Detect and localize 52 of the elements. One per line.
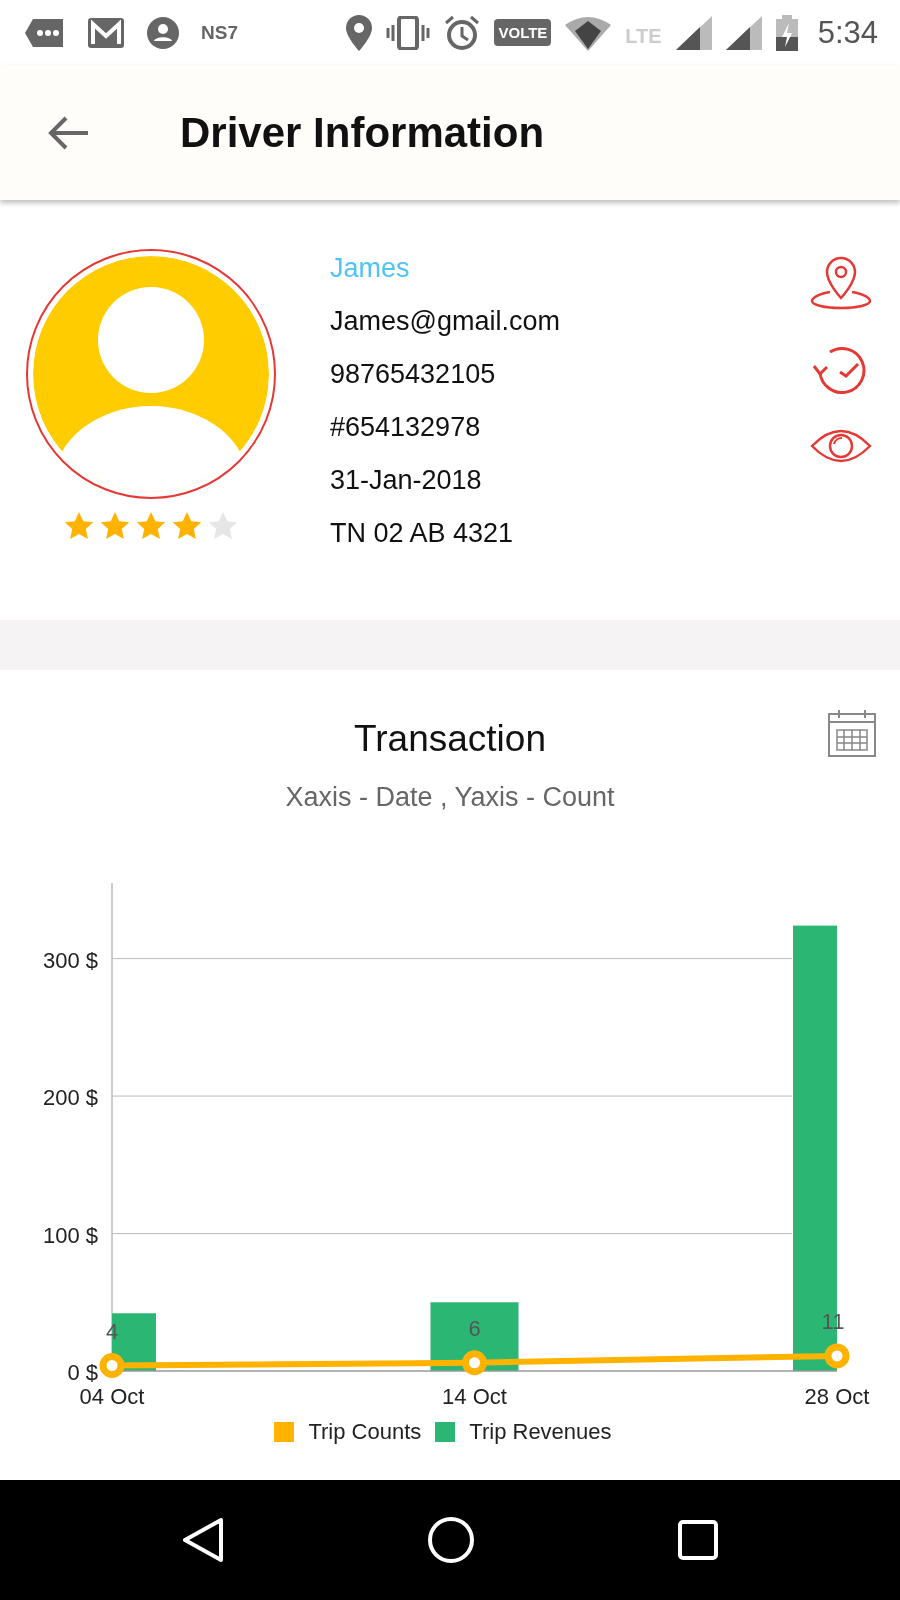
circle-home-icon <box>427 1516 475 1564</box>
avatar-icon <box>25 248 277 500</box>
star-icon <box>208 512 238 540</box>
carrier-label: NS7 <box>201 21 238 44</box>
data-label: 6 <box>468 1315 481 1341</box>
signal-icon <box>725 15 762 50</box>
data-point <box>462 1350 487 1376</box>
star-icon <box>100 512 130 540</box>
y-tick-label: 0 $ <box>67 1360 98 1385</box>
calendar-button[interactable] <box>827 708 877 758</box>
legend-label: Trip Counts <box>308 1419 422 1445</box>
x-tick-label: 04 Oct <box>79 1384 145 1409</box>
mail-icon <box>87 16 125 49</box>
alarm-icon <box>444 14 481 51</box>
data-label: 4 <box>105 1318 119 1344</box>
volte-badge: VOLTE <box>494 19 552 46</box>
y-tick-label: 300 $ <box>42 947 98 973</box>
chart-title: Transaction <box>354 718 546 760</box>
driver-detail: James@gmail.com <box>330 306 561 336</box>
x-tick-label: 14 Oct <box>442 1384 507 1409</box>
page-title: Driver Information <box>180 108 545 157</box>
driver-name: James <box>330 253 411 283</box>
square-recents-icon <box>677 1519 719 1561</box>
message-icon <box>25 16 65 49</box>
legend-swatch <box>274 1422 295 1442</box>
driver-detail: TN 02 AB 4321 <box>330 518 515 548</box>
vibrate-icon <box>386 15 431 50</box>
data-point <box>824 1343 850 1369</box>
location-icon <box>346 14 373 51</box>
battery-icon <box>775 14 798 51</box>
back-arrow-icon <box>48 114 90 151</box>
triangle-back-icon <box>181 1517 225 1563</box>
legend-swatch <box>435 1422 456 1442</box>
y-tick-label: 100 $ <box>42 1222 98 1248</box>
driver-detail: #654132978 <box>330 412 482 442</box>
location-pin-icon <box>810 254 872 310</box>
y-tick-label: 200 $ <box>42 1085 98 1111</box>
x-tick-label: 28 Oct <box>804 1384 870 1409</box>
eye-icon <box>810 428 872 464</box>
driver-detail: 98765432105 <box>330 359 497 389</box>
driver-detail: 31-Jan-2018 <box>330 465 483 495</box>
star-icon <box>64 512 94 540</box>
chart-subtitle: Xaxis - Date , Yaxis - Count <box>285 782 615 813</box>
calendar-icon <box>827 708 877 758</box>
clock-time: 5:34 <box>817 14 878 51</box>
wifi-icon <box>565 14 612 51</box>
legend-label: Trip Revenues <box>469 1419 612 1445</box>
star-icon <box>172 512 202 540</box>
account-icon <box>147 16 179 49</box>
data-point <box>99 1353 125 1378</box>
star-icon <box>136 512 166 540</box>
signal-icon <box>675 15 712 50</box>
